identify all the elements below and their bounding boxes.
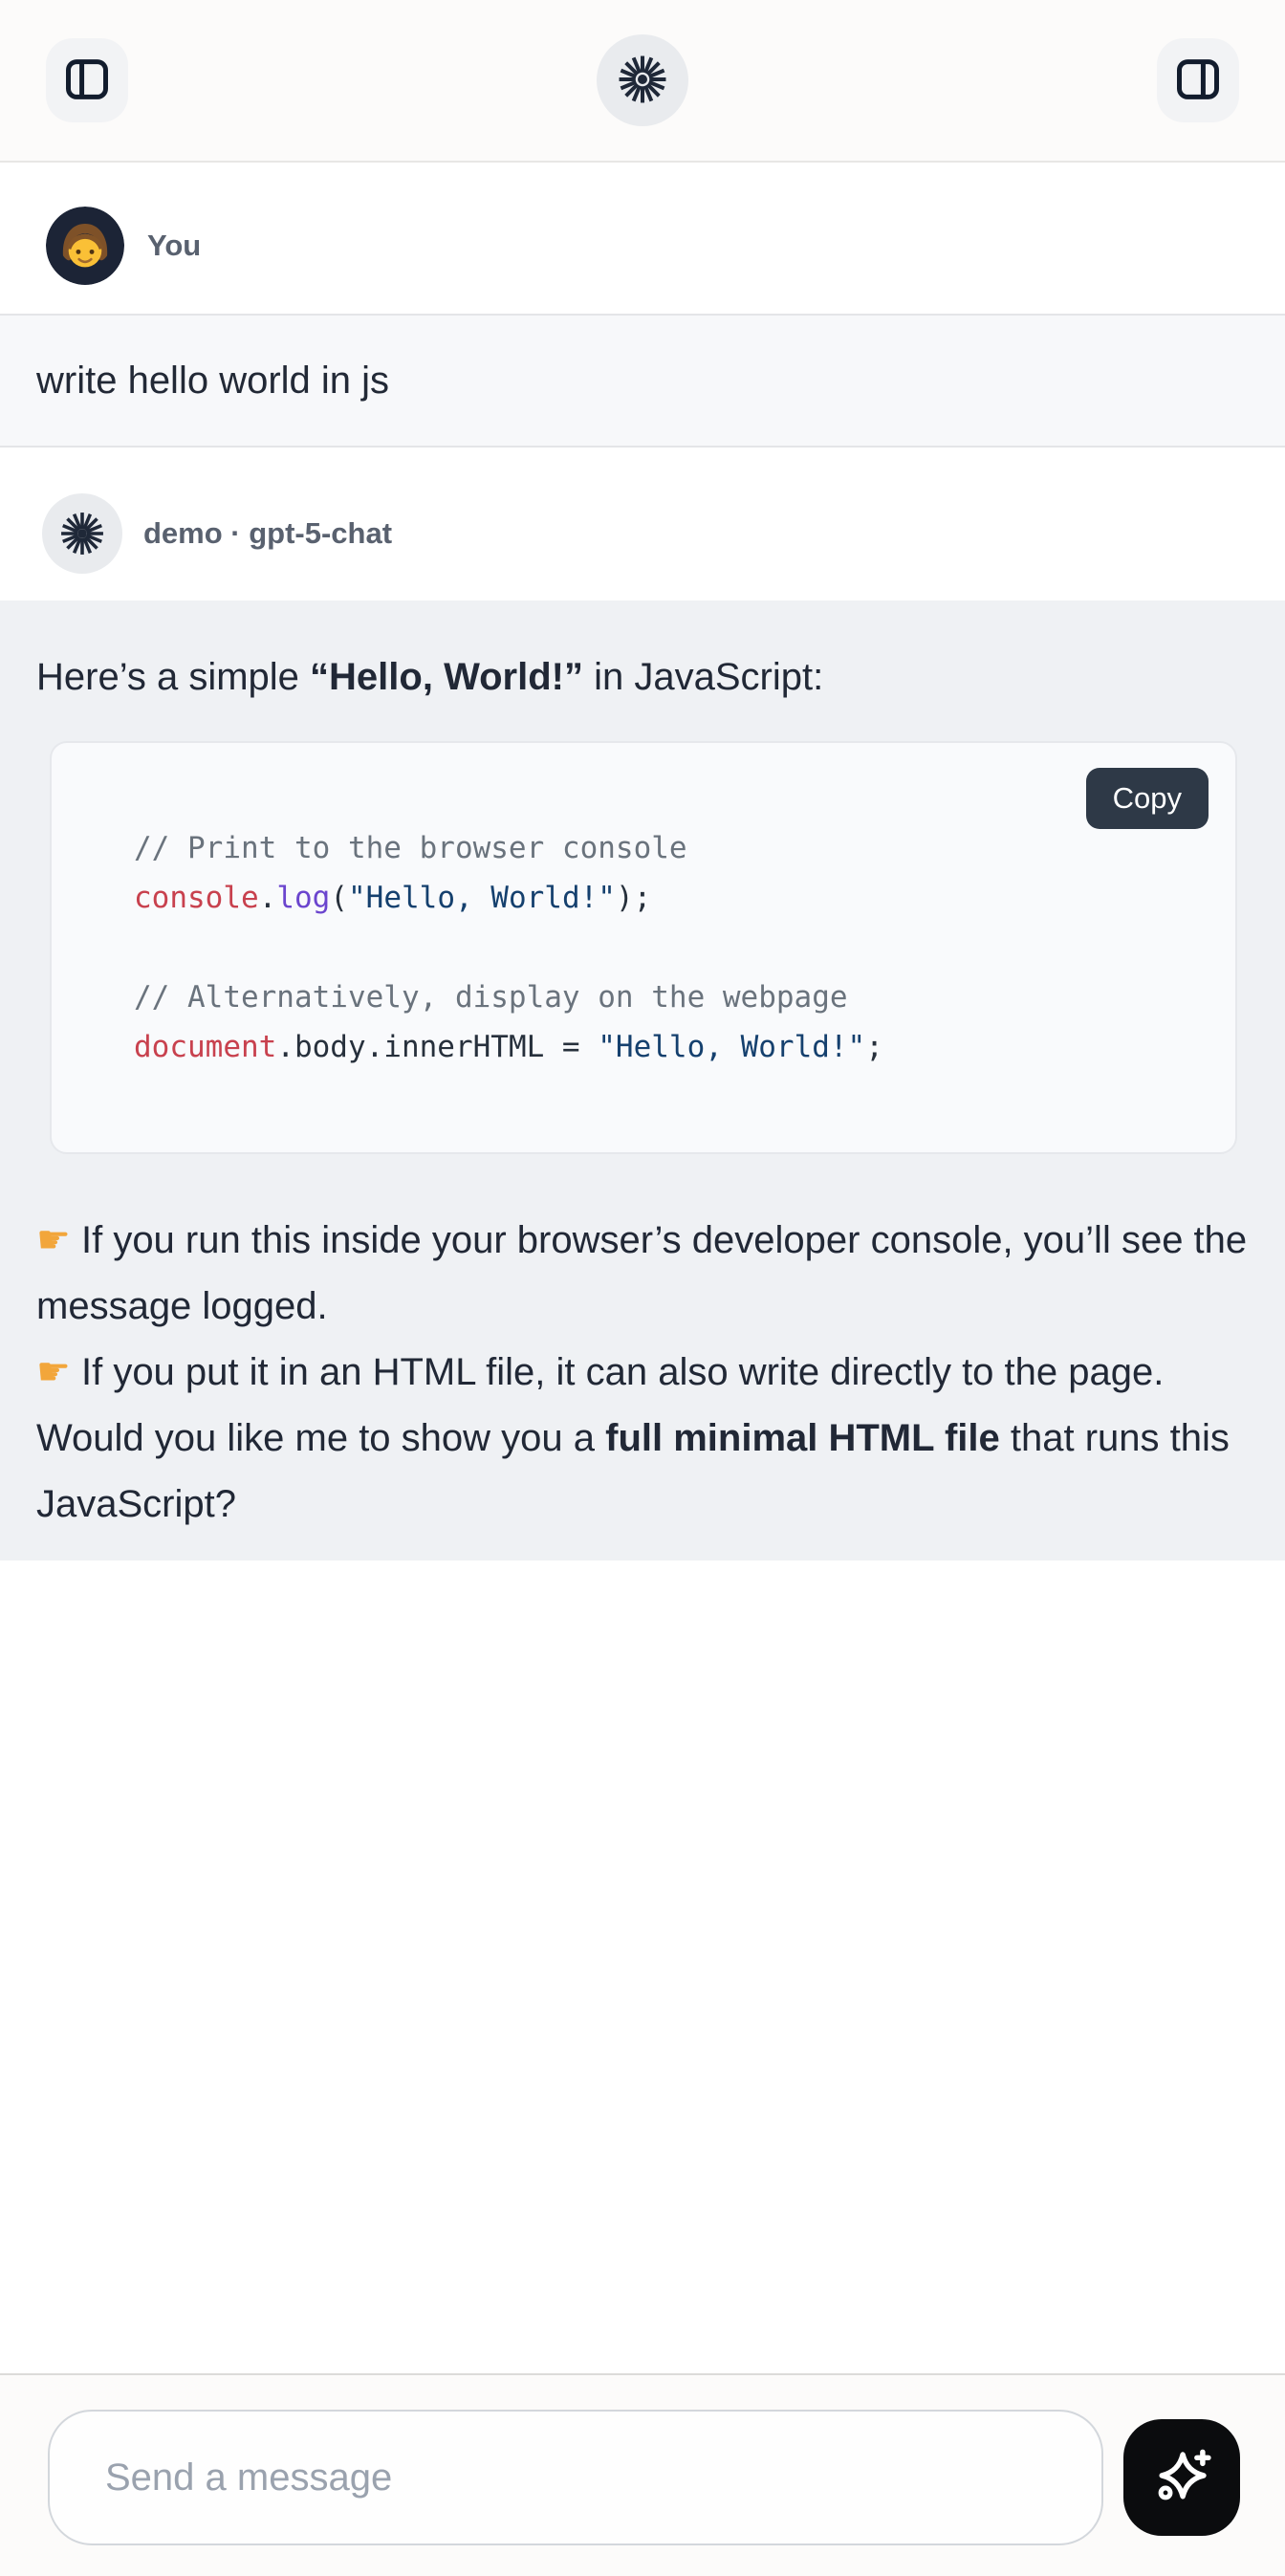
send-button[interactable] — [1123, 2419, 1240, 2536]
code-line: // Print to the browser console — [134, 823, 1197, 873]
right-panel-toggle-button[interactable] — [1157, 38, 1239, 122]
top-bar — [0, 0, 1285, 163]
pointing-hand-icon: ☛ — [36, 1350, 71, 1394]
code-line: document.body.innerHTML = "Hello, World!… — [134, 1022, 1197, 1072]
code-block: Copy // Print to the browser consolecons… — [50, 741, 1237, 1154]
pointing-hand-icon: ☛ — [36, 1218, 71, 1262]
user-message-text: write hello world in js — [36, 360, 389, 403]
tip-text: If you put it in an HTML file, it can al… — [71, 1351, 1165, 1393]
starburst-icon — [615, 52, 670, 110]
code-content: // Print to the browser consoleconsole.l… — [134, 823, 1197, 1072]
code-line: // Alternatively, display on the webpage — [134, 972, 1197, 1022]
assistant-avatar — [42, 493, 122, 574]
tip-line: ☛ If you run this inside your browser’s … — [36, 1208, 1249, 1340]
user-message-bubble: write hello world in js — [0, 314, 1285, 448]
sidebar-right-icon — [1173, 55, 1223, 107]
user-avatar — [46, 207, 124, 285]
assistant-model-label: demo · gpt-5-chat — [143, 516, 392, 551]
user-sender-label: You — [147, 229, 201, 263]
sidebar-toggle-button[interactable] — [46, 38, 128, 122]
question-paragraph: Would you like me to show you a full min… — [36, 1406, 1249, 1538]
tips: ☛ If you run this inside your browser’s … — [36, 1208, 1249, 1406]
code-line — [134, 923, 1197, 972]
sidebar-left-icon — [62, 55, 112, 107]
assistant-message: Here’s a simple “Hello, World!” in JavaS… — [0, 600, 1285, 1561]
message-input[interactable] — [48, 2410, 1103, 2545]
tip-line: ☛ If you put it in an HTML file, it can … — [36, 1340, 1249, 1406]
composer-bar — [0, 2373, 1285, 2576]
code-line: console.log("Hello, World!"); — [134, 873, 1197, 923]
tip-text: If you run this inside your browser’s de… — [36, 1219, 1247, 1327]
sparkle-icon — [1148, 2443, 1215, 2513]
model-logo-button[interactable] — [597, 34, 688, 126]
copy-button[interactable]: Copy — [1086, 768, 1209, 829]
assistant-message-header: demo · gpt-5-chat — [42, 493, 1243, 574]
user-message-header: You — [46, 207, 1239, 285]
intro-paragraph: Here’s a simple “Hello, World!” in JavaS… — [36, 644, 1249, 710]
